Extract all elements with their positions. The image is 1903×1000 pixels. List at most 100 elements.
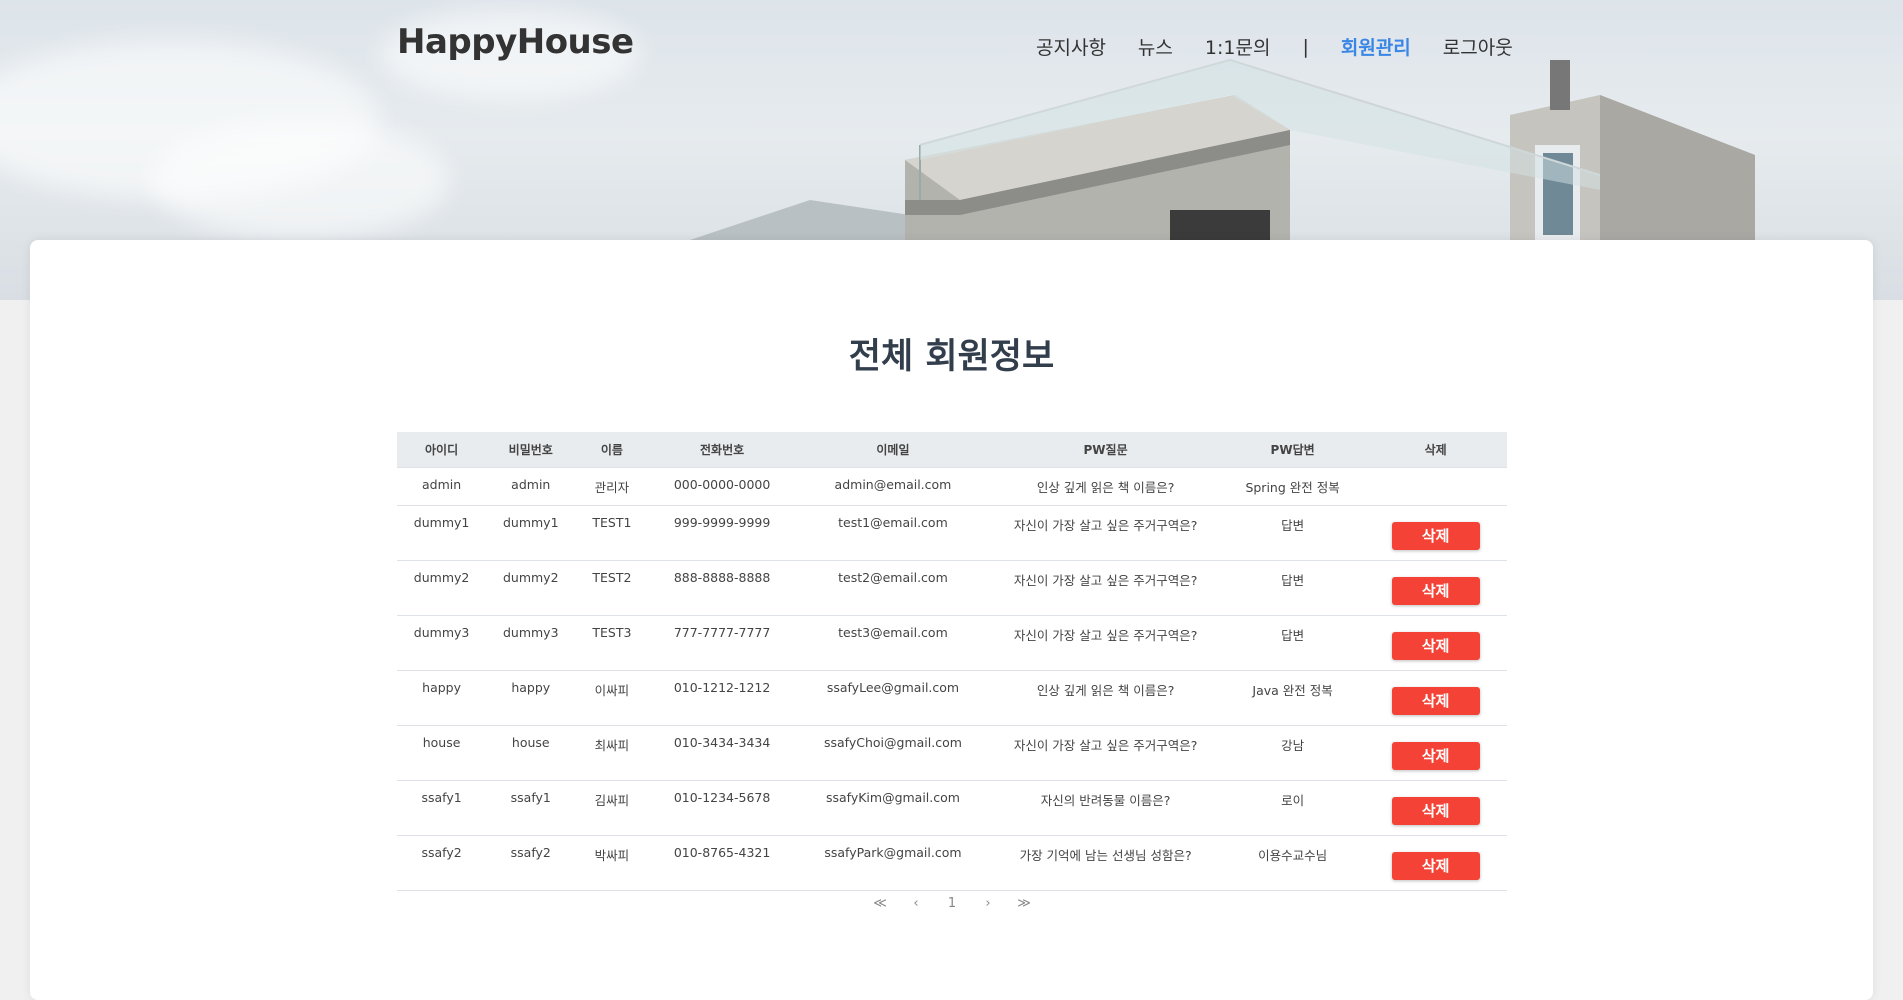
cell-pw-answer: Spring 완전 정복 xyxy=(1220,467,1365,506)
delete-button[interactable]: 삭제 xyxy=(1391,522,1480,550)
cell-password: house xyxy=(486,725,576,781)
member-table: 아이디 비밀번호 이름 전화번호 이메일 PW질문 PW답변 삭제 admin … xyxy=(397,432,1507,891)
cell-password: ssafy2 xyxy=(486,835,576,891)
pagination: ≪ ‹ 1 › ≫ xyxy=(862,896,1042,911)
cell-delete: 삭제 xyxy=(1364,725,1507,781)
nav-separator: | xyxy=(1302,35,1309,58)
cell-delete-empty xyxy=(1364,467,1507,506)
nav-notice[interactable]: 공지사항 xyxy=(1036,33,1106,60)
delete-button[interactable]: 삭제 xyxy=(1391,577,1480,605)
cell-id: dummy3 xyxy=(397,615,487,671)
cell-pw-answer: 로이 xyxy=(1220,780,1365,836)
page-title: 전체 회원정보 xyxy=(848,337,1055,377)
site-logo[interactable]: HappyHouse xyxy=(397,22,634,62)
cell-delete: 삭제 xyxy=(1364,615,1507,671)
cell-pw-question: 인상 깊게 읽은 책 이름은? xyxy=(990,467,1221,506)
top-header: HappyHouse 공지사항 뉴스 1:1문의 | 회원관리 로그아웃 xyxy=(0,0,1903,90)
delete-button[interactable]: 삭제 xyxy=(1391,852,1480,880)
cell-email: admin@email.com xyxy=(795,467,991,506)
cell-pw-answer: 답변 xyxy=(1220,505,1365,561)
cell-id: ssafy2 xyxy=(397,835,487,891)
cell-name: 최싸피 xyxy=(575,725,649,781)
cell-email: test2@email.com xyxy=(795,560,991,616)
first-page-button[interactable]: ≪ xyxy=(862,896,898,911)
cell-delete: 삭제 xyxy=(1364,780,1507,836)
cell-password: dummy2 xyxy=(486,560,576,616)
table-row: dummy2 dummy2 TEST2 888-8888-8888 test2@… xyxy=(397,560,1507,616)
column-header-id: 아이디 xyxy=(397,432,487,468)
cell-name: TEST2 xyxy=(575,560,649,616)
nav-inquiry[interactable]: 1:1문의 xyxy=(1205,33,1271,60)
page-number[interactable]: 1 xyxy=(934,896,970,911)
column-header-pw-question: PW질문 xyxy=(990,432,1221,468)
cell-email: ssafyPark@gmail.com xyxy=(795,835,991,891)
cell-email: test1@email.com xyxy=(795,505,991,561)
cell-delete: 삭제 xyxy=(1364,560,1507,616)
cell-delete: 삭제 xyxy=(1364,835,1507,891)
next-page-button[interactable]: › xyxy=(970,896,1006,911)
cell-name: 박싸피 xyxy=(575,835,649,891)
cell-name: TEST3 xyxy=(575,615,649,671)
column-header-phone: 전화번호 xyxy=(648,432,796,468)
column-header-email: 이메일 xyxy=(795,432,991,468)
delete-button[interactable]: 삭제 xyxy=(1391,632,1480,660)
cell-pw-question: 자신이 가장 살고 싶은 주거구역은? xyxy=(990,505,1221,561)
cell-phone: 888-8888-8888 xyxy=(648,560,796,616)
table-row: happy happy 이싸피 010-1212-1212 ssafyLee@g… xyxy=(397,670,1507,726)
cell-phone: 010-8765-4321 xyxy=(648,835,796,891)
cell-pw-answer: Java 완전 정복 xyxy=(1220,670,1365,726)
table-row: house house 최싸피 010-3434-3434 ssafyChoi@… xyxy=(397,725,1507,781)
cell-phone: 010-1234-5678 xyxy=(648,780,796,836)
cell-id: dummy1 xyxy=(397,505,487,561)
table-row: admin admin 관리자 000-0000-0000 admin@emai… xyxy=(397,467,1507,506)
cell-password: dummy3 xyxy=(486,615,576,671)
cell-email: ssafyChoi@gmail.com xyxy=(795,725,991,781)
cell-pw-question: 인상 깊게 읽은 책 이름은? xyxy=(990,670,1221,726)
cell-pw-question: 자신의 반려동물 이름은? xyxy=(990,780,1221,836)
main-nav: 공지사항 뉴스 1:1문의 | 회원관리 로그아웃 xyxy=(1036,33,1545,60)
cell-password: admin xyxy=(486,467,576,506)
nav-news[interactable]: 뉴스 xyxy=(1138,33,1173,60)
cell-delete: 삭제 xyxy=(1364,505,1507,561)
cell-pw-question: 자신이 가장 살고 싶은 주거구역은? xyxy=(990,615,1221,671)
nav-member-admin[interactable]: 회원관리 xyxy=(1341,33,1411,60)
cell-pw-question: 자신이 가장 살고 싶은 주거구역은? xyxy=(990,725,1221,781)
cell-password: dummy1 xyxy=(486,505,576,561)
cell-name: 이싸피 xyxy=(575,670,649,726)
table-row: ssafy1 ssafy1 김싸피 010-1234-5678 ssafyKim… xyxy=(397,780,1507,836)
cell-email: test3@email.com xyxy=(795,615,991,671)
last-page-button[interactable]: ≫ xyxy=(1006,896,1042,911)
cell-name: 관리자 xyxy=(575,467,649,506)
cell-phone: 000-0000-0000 xyxy=(648,467,796,506)
cell-pw-question: 자신이 가장 살고 싶은 주거구역은? xyxy=(990,560,1221,616)
cell-email: ssafyLee@gmail.com xyxy=(795,670,991,726)
cell-pw-question: 가장 기억에 남는 선생님 성함은? xyxy=(990,835,1221,891)
table-row: ssafy2 ssafy2 박싸피 010-8765-4321 ssafyPar… xyxy=(397,835,1507,891)
delete-button[interactable]: 삭제 xyxy=(1391,797,1480,825)
table-header-row: 아이디 비밀번호 이름 전화번호 이메일 PW질문 PW답변 삭제 xyxy=(397,432,1507,468)
table-row: dummy3 dummy3 TEST3 777-7777-7777 test3@… xyxy=(397,615,1507,671)
cell-name: TEST1 xyxy=(575,505,649,561)
cell-password: ssafy1 xyxy=(486,780,576,836)
cell-pw-answer: 답변 xyxy=(1220,615,1365,671)
cell-pw-answer: 답변 xyxy=(1220,560,1365,616)
cell-name: 김싸피 xyxy=(575,780,649,836)
nav-logout[interactable]: 로그아웃 xyxy=(1443,33,1513,60)
cell-pw-answer: 이용수교수님 xyxy=(1220,835,1365,891)
prev-page-button[interactable]: ‹ xyxy=(898,896,934,911)
column-header-delete: 삭제 xyxy=(1364,432,1507,468)
cell-password: happy xyxy=(486,670,576,726)
delete-button[interactable]: 삭제 xyxy=(1391,687,1480,715)
cell-phone: 010-1212-1212 xyxy=(648,670,796,726)
cell-phone: 777-7777-7777 xyxy=(648,615,796,671)
cell-delete: 삭제 xyxy=(1364,670,1507,726)
cell-id: dummy2 xyxy=(397,560,487,616)
cell-email: ssafyKim@gmail.com xyxy=(795,780,991,836)
cell-id: house xyxy=(397,725,487,781)
cell-phone: 010-3434-3434 xyxy=(648,725,796,781)
table-row: dummy1 dummy1 TEST1 999-9999-9999 test1@… xyxy=(397,505,1507,561)
cell-id: happy xyxy=(397,670,487,726)
column-header-name: 이름 xyxy=(575,432,649,468)
delete-button[interactable]: 삭제 xyxy=(1391,742,1480,770)
cell-pw-answer: 강남 xyxy=(1220,725,1365,781)
